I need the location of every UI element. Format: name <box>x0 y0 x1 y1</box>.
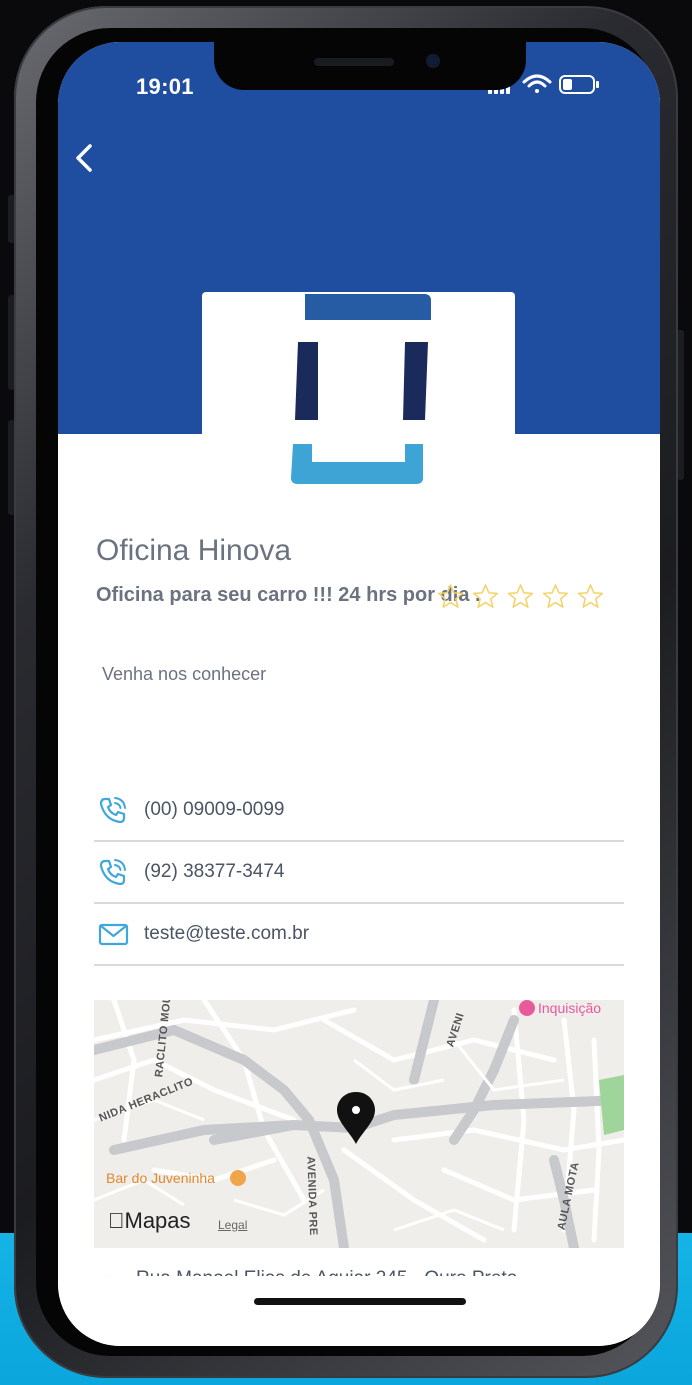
contact-phone-value[interactable]: (00) 09009-0099 <box>144 799 285 821</box>
contact-email-value[interactable]: teste@teste.com.br <box>144 923 309 945</box>
battery-icon <box>559 75 599 94</box>
star-icon[interactable] <box>471 582 500 611</box>
contact-email[interactable]: teste@teste.com.br <box>94 904 624 966</box>
bottom-safe-area <box>58 1276 660 1346</box>
envelope-icon <box>98 923 129 946</box>
wifi-icon <box>522 74 552 93</box>
contact-list: (00) 09009-0099 (92) 38377-3474 teste@te… <box>94 780 624 966</box>
app-screen: 19:01 Oficina Hinova Oficina para seu ca… <box>58 42 660 1346</box>
phone-camera <box>426 54 440 68</box>
business-tagline: Oficina para seu carro !!! 24 hrs por di… <box>96 584 481 606</box>
contact-phone-value[interactable]: (92) 38377-3474 <box>144 861 285 883</box>
star-icon[interactable] <box>541 582 570 611</box>
phone-icon <box>99 797 126 824</box>
map-legal-link[interactable]: Legal <box>218 1218 247 1232</box>
location-map[interactable]: Inquisição Bar do Juveninha RACLITO MOU … <box>94 1000 624 1248</box>
business-description: Venha nos conhecer <box>102 664 267 684</box>
logo-icon <box>291 294 431 484</box>
home-indicator[interactable] <box>254 1298 466 1305</box>
star-icon[interactable] <box>506 582 535 611</box>
business-logo <box>202 292 515 510</box>
status-time: 19:01 <box>136 74 194 99</box>
contact-phone-1[interactable]: (00) 09009-0099 <box>94 780 624 842</box>
back-button[interactable] <box>66 138 106 178</box>
map-park <box>599 1075 624 1135</box>
map-poi-inquisicao[interactable]: Inquisição <box>538 1000 601 1016</box>
chevron-left-icon <box>76 144 92 172</box>
map-brand-label: Mapas <box>108 1208 191 1233</box>
phone-notch <box>214 42 526 90</box>
phone-icon <box>99 859 126 886</box>
map-pin-icon <box>337 1092 375 1144</box>
star-icon[interactable] <box>576 582 605 611</box>
contact-phone-2[interactable]: (92) 38377-3474 <box>94 842 624 904</box>
phone-power-button <box>677 330 684 480</box>
rating-stars[interactable] <box>436 582 622 612</box>
phone-speaker <box>314 58 394 66</box>
map-brand: Mapas <box>108 1208 191 1234</box>
business-name: Oficina Hinova <box>96 534 292 567</box>
map-poi-bar[interactable]: Bar do Juveninha <box>106 1170 215 1186</box>
star-icon[interactable] <box>436 582 465 611</box>
